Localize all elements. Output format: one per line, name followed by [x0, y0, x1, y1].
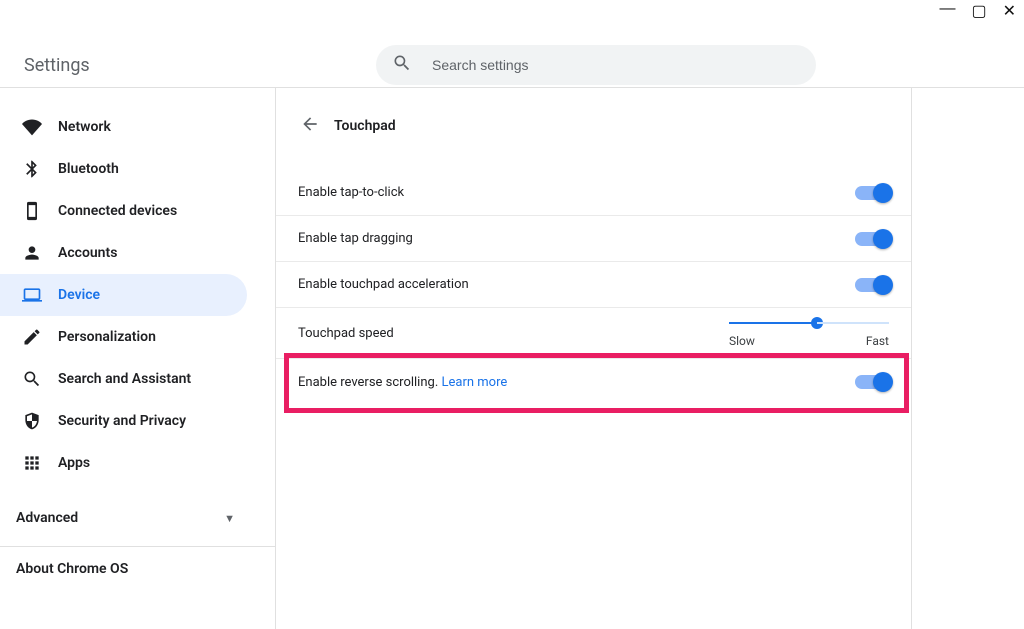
sidebar-item-bluetooth[interactable]: Bluetooth — [0, 148, 247, 190]
sidebar-item-apps[interactable]: Apps — [0, 442, 247, 484]
sidebar-item-label: Apps — [58, 455, 90, 471]
sidebar-about[interactable]: About Chrome OS — [0, 547, 275, 591]
search-icon — [22, 369, 42, 389]
sidebar-item-personalization[interactable]: Personalization — [0, 316, 247, 358]
slider-min-label: Slow — [729, 334, 755, 348]
search-icon — [392, 53, 412, 77]
panel: Touchpad Enable tap-to-click Enable tap … — [276, 88, 912, 629]
app-title: Settings — [24, 55, 90, 76]
row-label: Enable touchpad acceleration — [298, 277, 469, 292]
touchpad-speed-slider[interactable] — [729, 322, 889, 324]
advanced-label: Advanced — [16, 510, 78, 526]
phone-icon — [22, 201, 42, 221]
page-title: Touchpad — [334, 118, 396, 134]
page-header: Touchpad — [276, 102, 911, 150]
row-tap-dragging: Enable tap dragging — [276, 216, 911, 262]
sidebar-item-accounts[interactable]: Accounts — [0, 232, 247, 274]
toggle-tap-dragging[interactable] — [855, 232, 889, 246]
toggle-tap-to-click[interactable] — [855, 186, 889, 200]
toggle-acceleration[interactable] — [855, 278, 889, 292]
apps-grid-icon — [22, 453, 42, 473]
sidebar-item-label: Connected devices — [58, 203, 177, 219]
topbar: Settings — [0, 0, 1024, 88]
search-box[interactable] — [376, 45, 816, 85]
learn-more-link[interactable]: Learn more — [442, 375, 508, 390]
about-label: About Chrome OS — [16, 561, 128, 577]
sidebar-item-label: Bluetooth — [58, 161, 119, 177]
row-tap-to-click: Enable tap-to-click — [276, 170, 911, 216]
sidebar-item-label: Accounts — [58, 245, 117, 261]
sidebar-item-label: Search and Assistant — [58, 371, 191, 387]
row-label: Touchpad speed — [298, 326, 394, 341]
sidebar-item-connected-devices[interactable]: Connected devices — [0, 190, 247, 232]
search-input[interactable] — [430, 56, 800, 74]
laptop-icon — [22, 285, 42, 305]
arrow-left-icon — [300, 114, 320, 138]
bluetooth-icon — [22, 159, 42, 179]
reverse-scrolling-label: Enable reverse scrolling. — [298, 375, 438, 390]
slider-max-label: Fast — [866, 334, 889, 348]
row-label: Enable tap dragging — [298, 231, 413, 246]
sidebar-item-network[interactable]: Network — [0, 106, 247, 148]
row-touchpad-speed: Touchpad speed Slow Fast — [276, 308, 911, 359]
sidebar-item-search-assistant[interactable]: Search and Assistant — [0, 358, 247, 400]
sidebar: Network Bluetooth Connected devices Acco… — [0, 88, 276, 629]
slider-thumb[interactable] — [811, 317, 823, 329]
sidebar-item-device[interactable]: Device — [0, 274, 247, 316]
back-button[interactable] — [294, 110, 326, 142]
shield-icon — [22, 411, 42, 431]
person-icon — [22, 243, 42, 263]
pencil-icon — [22, 327, 42, 347]
row-label: Enable reverse scrolling. Learn more — [298, 375, 507, 390]
sidebar-advanced-toggle[interactable]: Advanced ▼ — [0, 494, 275, 542]
sidebar-item-label: Personalization — [58, 329, 156, 345]
sidebar-item-label: Device — [58, 287, 100, 303]
chevron-down-icon: ▼ — [224, 512, 235, 525]
row-label: Enable tap-to-click — [298, 185, 404, 200]
sidebar-item-security-privacy[interactable]: Security and Privacy — [0, 400, 247, 442]
row-reverse-scrolling: Enable reverse scrolling. Learn more — [276, 359, 911, 405]
wifi-icon — [22, 117, 42, 137]
sidebar-item-label: Security and Privacy — [58, 413, 186, 429]
toggle-reverse-scrolling[interactable] — [855, 375, 889, 389]
main: Touchpad Enable tap-to-click Enable tap … — [276, 88, 1024, 629]
row-acceleration: Enable touchpad acceleration — [276, 262, 911, 308]
sidebar-item-label: Network — [58, 119, 111, 135]
